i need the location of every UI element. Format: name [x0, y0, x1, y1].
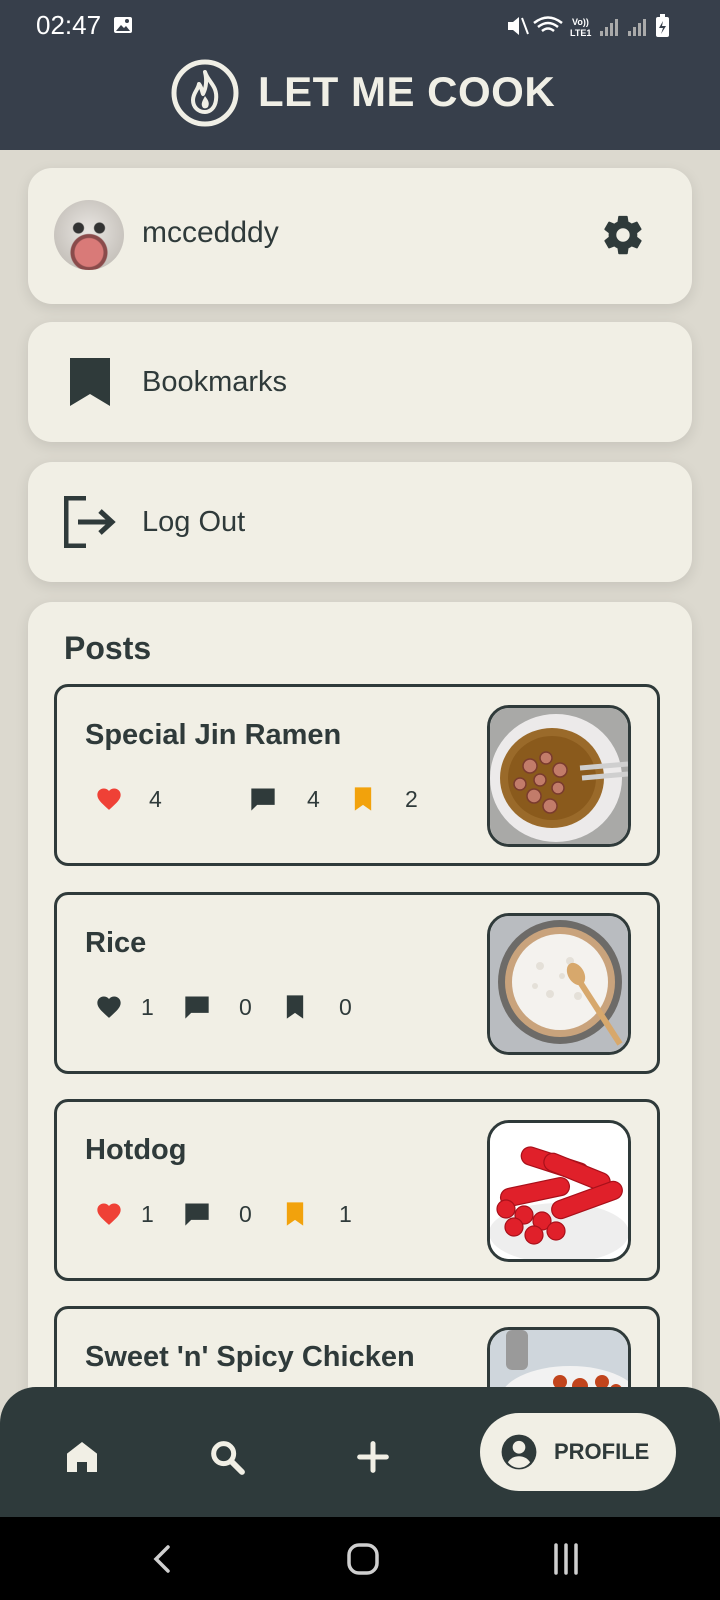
bookmarks-label: Bookmarks	[142, 366, 288, 398]
bookmark-icon[interactable]	[349, 785, 377, 813]
profile-tab-label: PROFILE	[554, 1439, 650, 1464]
gear-icon[interactable]	[600, 212, 646, 258]
heart-icon[interactable]	[95, 785, 123, 813]
status-bar: 02:47 Vo)) LTE1	[0, 0, 720, 50]
account-circle-icon	[501, 1434, 537, 1470]
like-count: 4	[149, 786, 162, 812]
home-button-icon[interactable]	[343, 1539, 383, 1579]
post-card[interactable]: Special Jin Ramen 4 4 2	[54, 684, 660, 866]
app-title: LET ME COOK	[258, 68, 556, 115]
post-title: Rice	[85, 927, 147, 959]
status-time: 02:47	[36, 10, 102, 40]
home-icon[interactable]	[62, 1437, 102, 1477]
back-icon[interactable]	[142, 1539, 182, 1579]
logout-icon	[64, 496, 116, 548]
avatar[interactable]	[54, 200, 124, 270]
profile-card: mccedddy	[28, 168, 692, 304]
logout-label: Log Out	[142, 506, 246, 538]
battery-icon	[656, 14, 669, 37]
comment-count: 0	[239, 994, 252, 1020]
post-title: Hotdog	[85, 1134, 187, 1166]
post-thumbnail	[487, 913, 631, 1055]
hotdog-image	[490, 1123, 628, 1259]
bookmarks-menu-item[interactable]: Bookmarks	[28, 322, 692, 442]
bookmark-icon[interactable]	[281, 993, 309, 1021]
post-card[interactable]: Rice 1 0 0	[54, 892, 660, 1074]
ramen-image	[490, 708, 628, 844]
heart-icon[interactable]	[95, 1200, 123, 1228]
bookmark-icon[interactable]	[281, 1200, 309, 1228]
logout-menu-item[interactable]: Log Out	[28, 462, 692, 582]
post-title: Sweet 'n' Spicy Chicken	[85, 1341, 415, 1373]
svg-text:LTE1: LTE1	[570, 28, 591, 38]
gallery-icon	[114, 17, 132, 33]
search-icon[interactable]	[207, 1437, 247, 1477]
flame-logo-icon	[171, 59, 239, 127]
post-thumbnail	[487, 705, 631, 847]
comment-count: 4	[307, 786, 320, 812]
profile-tab[interactable]: PROFILE	[480, 1413, 676, 1491]
wifi-icon	[533, 16, 563, 33]
bookmark-count: 2	[405, 786, 418, 812]
post-thumbnail	[487, 1120, 631, 1262]
comment-count: 0	[239, 1201, 252, 1227]
bookmark-count: 1	[339, 1201, 352, 1227]
comment-icon[interactable]	[249, 785, 277, 813]
posts-heading: Posts	[64, 630, 152, 666]
posts-section: Posts Special Jin Ramen 4 4 2 Rice 1 0 0…	[28, 602, 692, 1488]
like-count: 1	[141, 1201, 154, 1227]
network-label: Vo))	[572, 17, 589, 27]
signal-icon	[600, 19, 646, 36]
post-title: Special Jin Ramen	[85, 719, 342, 751]
comment-icon[interactable]	[183, 993, 211, 1021]
bookmark-count: 0	[339, 994, 352, 1020]
app-header: LET ME COOK	[0, 50, 720, 150]
bottom-nav: PROFILE	[0, 1387, 720, 1517]
heart-icon[interactable]	[95, 993, 123, 1021]
like-count: 1	[141, 994, 154, 1020]
status-icons: Vo)) LTE1	[508, 14, 669, 38]
post-card[interactable]: Hotdog 1 0 1	[54, 1099, 660, 1281]
bookmark-icon	[70, 358, 110, 406]
recents-icon[interactable]	[546, 1539, 586, 1579]
system-nav-bar	[0, 1517, 720, 1600]
rice-image	[490, 916, 628, 1052]
mute-icon	[508, 17, 529, 35]
add-icon[interactable]	[353, 1437, 393, 1477]
comment-icon[interactable]	[183, 1200, 211, 1228]
username: mccedddy	[142, 216, 279, 249]
